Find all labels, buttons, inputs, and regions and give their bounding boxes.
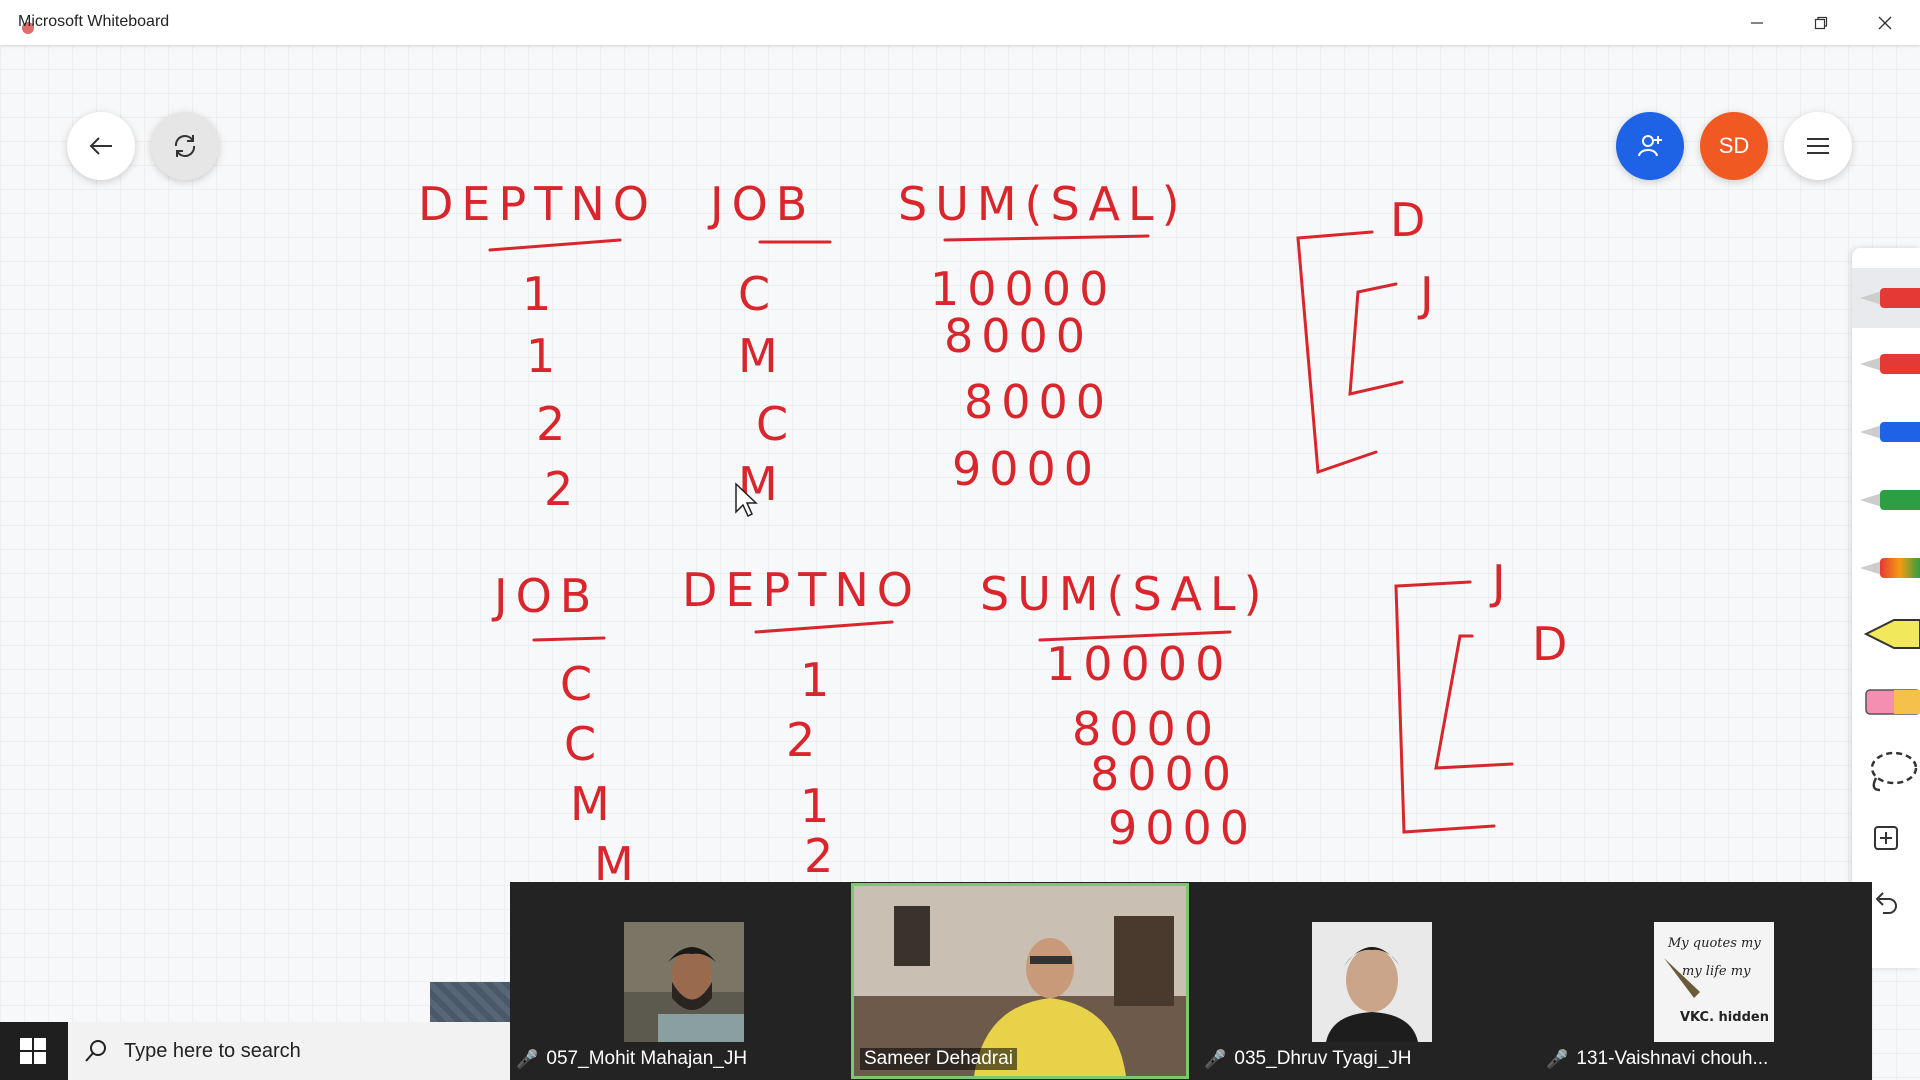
eraser-icon [1865,689,1920,715]
restore-button[interactable] [1790,0,1852,45]
participant-name: 057_Mohit Mahajan_JH [546,1048,748,1069]
participant-name-bar: 🎤 035_Dhruv Tyagi_JH [1204,1048,1412,1070]
mic-muted-icon: 🎤 [1204,1048,1227,1069]
participant-name: Sameer Dehadrai [864,1048,1013,1069]
arrow-left-icon [89,137,112,155]
mic-muted-icon: 🎤 [1546,1048,1569,1069]
invite-button[interactable] [1616,112,1684,180]
pen-icon [1860,288,1920,308]
tool-highlighter[interactable] [1852,604,1920,664]
taskbar-search-box[interactable]: Type here to search [68,1022,510,1080]
lasso-icon [1870,751,1918,792]
pen-nib-icon [1664,958,1700,998]
minimize-button[interactable] [1726,0,1788,45]
tool-lasso[interactable] [1852,740,1920,800]
tool-green-pen[interactable] [1852,470,1920,530]
tool-red-pen-2[interactable] [1852,334,1920,394]
undo-icon [1875,892,1897,914]
tool-rainbow-pen[interactable] [1852,538,1920,598]
search-icon [85,1040,106,1062]
background-window-chip [430,982,512,1022]
title-bar: Microsoft Whiteboard [0,0,1920,45]
windows-taskbar: Type here to search [0,1022,510,1080]
participant-name-bar: 🎤 057_Mohit Mahajan_JH [516,1048,747,1070]
sync-icon [174,135,196,157]
participant-tile-active[interactable]: Sameer Dehadrai [851,883,1189,1079]
profile-image-text: My quotes my [1668,936,1761,951]
tool-add[interactable] [1852,808,1920,868]
mic-muted-icon: 🎤 [516,1048,539,1069]
participant-profile-image: My quotes my my life my VKC. hidden [1654,922,1774,1042]
search-placeholder: Type here to search [124,1039,301,1062]
close-icon [1878,16,1892,29]
profile-image-text: VKC. hidden [1680,1010,1769,1025]
pen-icon [1860,422,1920,442]
back-button[interactable] [67,112,135,180]
minimize-icon [1751,21,1763,24]
participant-tile[interactable]: 🎤 057_Mohit Mahajan_JH [510,886,842,1076]
tool-red-pen[interactable] [1852,268,1920,328]
restore-icon [1814,16,1828,29]
pen-icon [1860,354,1920,374]
video-participants-strip: 🎤 057_Mohit Mahajan_JH Sameer Dehadrai 🎤… [510,882,1872,1080]
sync-button[interactable] [151,112,219,180]
start-button[interactable] [20,1038,46,1069]
participant-name-bar: Sameer Dehadrai [860,1048,1017,1070]
participant-tile[interactable]: 🎤 035_Dhruv Tyagi_JH [1198,886,1530,1076]
participant-name-bar: 🎤 131-Vaishnavi chouh... [1546,1048,1768,1070]
ink-toolbar [1852,248,1920,968]
windows-start-icon [20,1038,46,1064]
participant-name: 131-Vaishnavi chouh... [1576,1048,1769,1069]
plus-square-icon [1874,826,1898,850]
participant-tile[interactable]: My quotes my my life my VKC. hidden 🎤 13… [1540,886,1872,1076]
app-title: Microsoft Whiteboard [18,13,170,30]
add-person-icon [1638,135,1662,157]
user-avatar[interactable]: SD [1700,112,1768,180]
close-button[interactable] [1854,0,1916,45]
participant-video-thumbnail [1312,922,1432,1042]
hamburger-menu-icon [1807,138,1829,154]
tool-eraser[interactable] [1852,672,1920,732]
pen-icon [1860,558,1920,578]
participant-name: 035_Dhruv Tyagi_JH [1234,1048,1412,1069]
menu-button[interactable] [1784,112,1852,180]
pen-icon [1860,490,1920,510]
avatar-initials: SD [1718,133,1750,158]
participant-video-thumbnail [624,922,744,1042]
tool-blue-pen[interactable] [1852,402,1920,462]
highlighter-icon [1864,619,1920,649]
